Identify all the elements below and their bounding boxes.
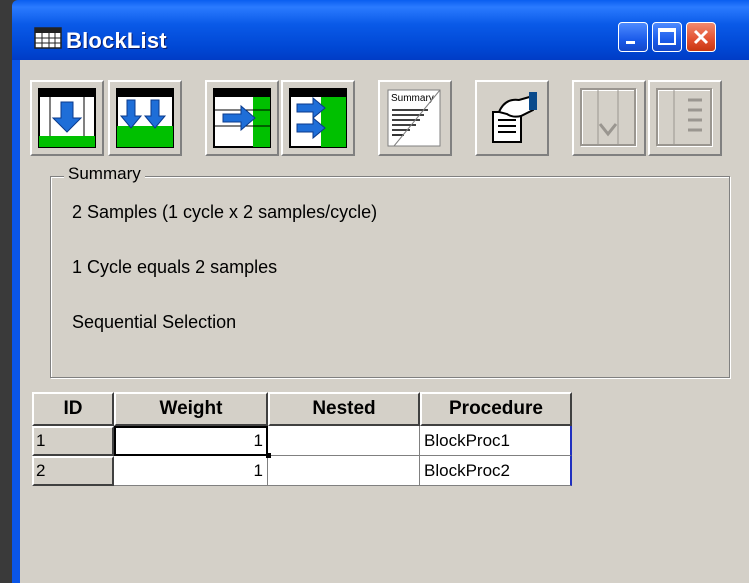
append-row-button[interactable] xyxy=(205,80,279,156)
row-id-cell[interactable]: 1 xyxy=(32,426,114,456)
append-row-icon xyxy=(213,88,271,148)
disabled-column-down-icon xyxy=(580,88,637,147)
insert-row-button[interactable] xyxy=(30,80,104,156)
window-left-border xyxy=(12,60,20,583)
summary-selection-line: Sequential Selection xyxy=(72,312,237,332)
column-header-weight[interactable]: Weight xyxy=(114,392,268,426)
summary-samples-line: 2 Samples (1 cycle x 2 samples/cycle) xyxy=(72,202,378,222)
client-area: Summary Summary 2 Samples (1 cycle x 2 s… xyxy=(20,60,749,583)
nested-cell[interactable] xyxy=(268,426,420,456)
column-header-id[interactable]: ID xyxy=(32,392,114,426)
summary-icon: Summary xyxy=(387,89,441,147)
column-header-nested[interactable]: Nested xyxy=(268,392,420,426)
toolbar: Summary xyxy=(30,80,749,158)
window-title: BlockList xyxy=(66,28,167,53)
column-header-procedure[interactable]: Procedure xyxy=(420,392,572,426)
weight-cell[interactable]: 1 xyxy=(114,426,268,456)
procedure-cell[interactable]: BlockProc1 xyxy=(420,426,572,456)
close-icon xyxy=(693,29,709,45)
close-button[interactable] xyxy=(686,22,716,52)
minimize-button[interactable] xyxy=(618,22,648,52)
properties-button[interactable] xyxy=(475,80,549,156)
properties-hand-icon xyxy=(492,92,537,143)
summary-button[interactable]: Summary xyxy=(378,80,452,156)
minimize-icon xyxy=(626,41,635,44)
nested-cell[interactable] xyxy=(268,456,420,486)
summary-icon-label: Summary xyxy=(391,93,434,104)
append-multiple-rows-icon xyxy=(289,88,347,148)
insert-multiple-rows-icon xyxy=(116,88,174,148)
desktop-edge xyxy=(0,0,12,583)
maximize-button[interactable] xyxy=(652,22,682,52)
insert-row-icon xyxy=(38,88,96,148)
summary-cycle-line: 1 Cycle equals 2 samples xyxy=(72,257,278,277)
title-bar[interactable]: BlockList xyxy=(12,0,749,60)
row-id-cell[interactable]: 2 xyxy=(32,456,114,486)
table-icon xyxy=(34,27,62,49)
disabled-column-list-button[interactable] xyxy=(648,80,722,156)
append-multiple-rows-button[interactable] xyxy=(281,80,355,156)
summary-legend: Summary xyxy=(64,164,145,184)
disabled-column-list-icon xyxy=(656,88,713,147)
procedure-cell[interactable]: BlockProc2 xyxy=(420,456,572,486)
insert-multiple-rows-button[interactable] xyxy=(108,80,182,156)
weight-cell[interactable]: 1 xyxy=(114,456,268,486)
disabled-column-down-button[interactable] xyxy=(572,80,646,156)
fill-handle[interactable] xyxy=(266,453,271,458)
maximize-icon xyxy=(658,28,676,45)
